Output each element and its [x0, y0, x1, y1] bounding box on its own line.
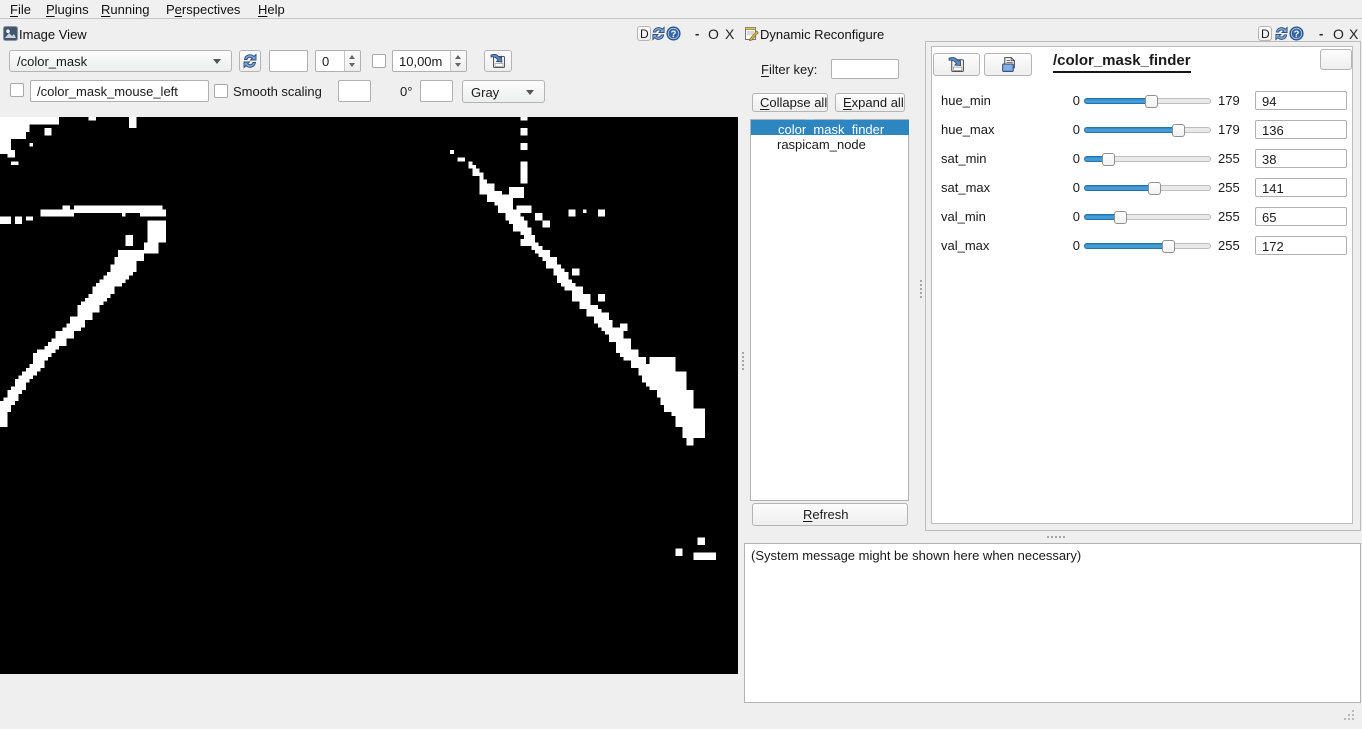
svg-text:?: ?: [1294, 29, 1300, 39]
svg-text:?: ?: [671, 29, 677, 39]
